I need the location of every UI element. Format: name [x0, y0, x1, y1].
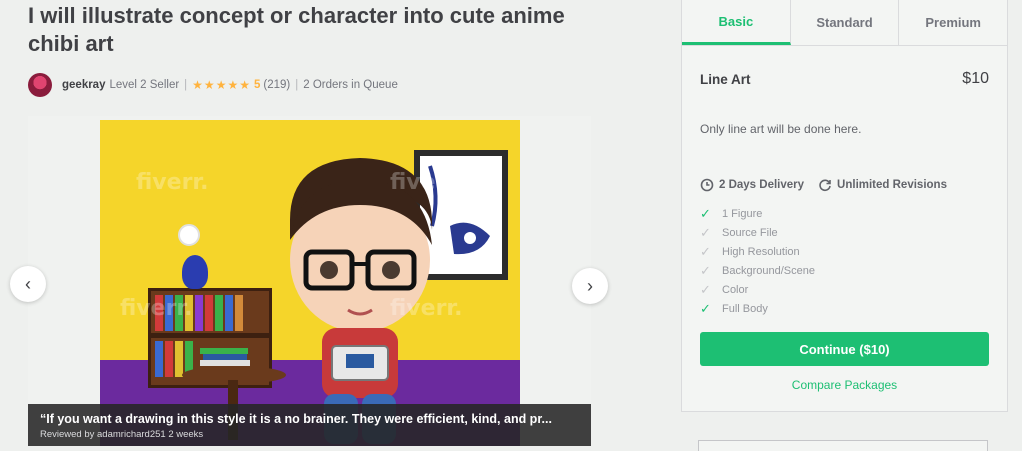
orders-in-queue: 2 Orders in Queue	[303, 79, 398, 91]
delivery-label: 2 Days Delivery	[719, 179, 805, 191]
revisions-info: Unlimited Revisions	[818, 178, 947, 192]
check-icon: ✓	[700, 281, 711, 297]
rating-score: 5	[253, 79, 261, 91]
chevron-left-icon: ‹	[25, 273, 31, 294]
gallery-next-button[interactable]: ›	[572, 268, 608, 304]
compare-packages-link[interactable]: Compare Packages	[682, 378, 1007, 392]
check-icon: ✓	[700, 262, 711, 278]
package-tabs: Basic Standard Premium	[682, 0, 1007, 46]
feature-label: Source File	[722, 226, 778, 239]
feature-label: Full Body	[722, 302, 768, 315]
feature-item: ✓ Full Body	[700, 299, 989, 318]
watermark: fiverr.	[390, 170, 463, 195]
artwork-flower	[178, 224, 200, 246]
gallery-prev-button[interactable]: ‹	[10, 266, 46, 302]
review-author: Reviewed by adamrichard251 2 weeks	[40, 429, 204, 440]
gallery-review-overlay: “If you want a drawing in this style it …	[28, 404, 591, 446]
gallery-image: fiverr. fiverr. fiverr. fiverr.	[100, 120, 520, 446]
feature-item: ✓ High Resolution	[700, 242, 989, 261]
contact-seller-box[interactable]	[698, 440, 988, 451]
feature-item: ✓ 1 Figure	[700, 204, 989, 223]
tab-premium[interactable]: Premium	[899, 0, 1007, 45]
chevron-right-icon: ›	[587, 275, 593, 296]
seller-info: geekray Level 2 Seller | ★★★★★ 5 (219) |…	[28, 72, 398, 98]
seller-name[interactable]: geekray	[62, 79, 105, 91]
watermark: fiverr.	[390, 296, 463, 321]
seller-avatar[interactable]	[28, 73, 52, 97]
continue-button[interactable]: Continue ($10)	[700, 332, 989, 366]
delivery-time: 2 Days Delivery	[700, 178, 804, 192]
tab-standard[interactable]: Standard	[791, 0, 900, 45]
check-icon: ✓	[700, 300, 711, 316]
check-icon: ✓	[700, 205, 711, 221]
reviews-count[interactable]: (219)	[263, 79, 290, 91]
artwork-book-stack	[200, 348, 250, 366]
rating-stars-icon: ★★★★★	[192, 78, 251, 92]
package-name: Line Art	[700, 71, 751, 87]
revisions-label: Unlimited Revisions	[837, 179, 947, 191]
feature-label: 1 Figure	[722, 207, 763, 220]
feature-item: ✓ Color	[700, 280, 989, 299]
feature-item: ✓ Source File	[700, 223, 989, 242]
watermark: fiverr.	[136, 170, 209, 195]
check-icon: ✓	[700, 243, 711, 259]
gig-gallery[interactable]: fiverr. fiverr. fiverr. fiverr.	[28, 116, 591, 446]
seller-level: Level 2 Seller	[109, 79, 180, 91]
packages-panel: Basic Standard Premium Line Art $10 Only…	[681, 0, 1008, 412]
artwork-vase	[182, 255, 208, 289]
separator: |	[184, 79, 188, 91]
separator: |	[295, 79, 299, 91]
feature-item: ✓ Background/Scene	[700, 261, 989, 280]
feature-label: Background/Scene	[722, 264, 815, 277]
delivery-info: 2 Days Delivery Unlimited Revisions	[682, 178, 1007, 192]
gig-title: I will illustrate concept or character i…	[28, 3, 565, 56]
tab-basic[interactable]: Basic	[682, 0, 791, 45]
watermark: fiverr.	[120, 296, 193, 321]
refresh-icon	[819, 179, 831, 192]
package-features: ✓ 1 Figure ✓ Source File ✓ High Resoluti…	[682, 204, 1007, 318]
feature-label: Color	[722, 283, 749, 296]
feature-label: High Resolution	[722, 245, 800, 258]
check-icon: ✓	[700, 224, 711, 240]
package-header: Line Art $10	[682, 70, 1007, 88]
review-quote: “If you want a drawing in this style it …	[40, 412, 552, 426]
package-price: $10	[962, 70, 989, 87]
clock-icon	[700, 178, 714, 192]
package-description: Only line art will be done here.	[700, 122, 862, 136]
